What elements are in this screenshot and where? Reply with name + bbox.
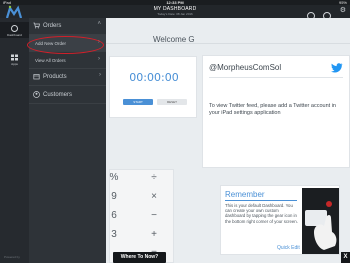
box-icon [33,74,40,80]
twitter-message: To view Twitter feed, please add a Twitt… [209,103,336,116]
app-logo-icon [6,5,22,19]
timer-widget: 00:00:00 START RESET [109,56,197,118]
page-date: Today's Date: 08 Jan 2016 [157,12,193,16]
timer-reset-button[interactable]: RESET [157,99,187,105]
remember-widget: Remember This is your default Dashboard.… [220,185,340,255]
calc-key-plus[interactable]: + [144,229,164,240]
timer-display: 00:00:00 [129,71,179,84]
rail-label-apps: Apps [11,62,18,66]
highlight-annotation [27,36,104,54]
calc-key-6[interactable]: 6 [104,210,124,221]
remember-body: This is your default Dashboard. You can … [225,203,298,224]
cart-icon [33,22,40,29]
chevron-up-icon: ˄ [97,21,101,27]
calc-key-9[interactable]: 9 [104,191,124,202]
remember-title: Remember [225,190,265,199]
calc-key-multiply[interactable]: × [144,191,164,202]
twitter-widget: @MorpheusComSol To view Twitter feed, pl… [202,55,350,168]
chevron-right-icon: › [99,72,101,78]
tap-hand-image [302,188,339,254]
calc-key-divide[interactable]: ÷ [144,172,164,183]
welcome-text: Welcome G [153,35,195,44]
menu-item-products[interactable]: Products › [29,69,106,86]
menu-label-products: Products [43,74,67,80]
rail-item-dashboard[interactable]: Dashboard [0,22,29,38]
menu-label-orders: Orders [43,23,62,29]
twitter-handle: @MorpheusComSol [209,63,282,72]
dashboard-content: Welcome G 00:00:00 START RESET % ÷ 9 × 6… [106,18,350,263]
welcome-bar: Welcome G [106,18,350,44]
settings-icon[interactable]: ⚙ [340,7,346,15]
person-icon [33,91,40,98]
side-drawer: Orders ˄ Add New Order › View All Orders… [29,18,106,263]
menu-label-customers: Customers [43,92,73,98]
where-to-now-button[interactable]: Where To Now? [113,252,166,263]
icon-rail: Dashboard Apps Powered by [0,18,29,263]
menu-item-view-all-orders[interactable]: View All Orders › [29,52,106,69]
rail-label-dashboard: Dashboard [7,33,22,37]
calc-key-3[interactable]: 3 [104,229,124,240]
close-button[interactable]: X [341,252,350,263]
menu-item-orders[interactable]: Orders ˄ [29,18,106,35]
chevron-right-icon: › [98,56,100,62]
twitter-bird-icon [331,63,343,73]
powered-by-label: Powered by [4,255,20,259]
calc-key-minus[interactable]: − [144,210,164,221]
dashboard-icon [11,25,18,32]
rail-item-apps[interactable]: Apps [0,51,29,67]
calculator-widget: % ÷ 9 × 6 − 3 + = [109,169,174,263]
twitter-divider [209,77,343,78]
apps-icon [11,54,18,61]
menu-item-customers[interactable]: Customers [29,87,106,104]
app-header: MY DASHBOARD Today's Date: 08 Jan 2016 ⚙ [0,5,350,20]
quick-edit-link[interactable]: Quick Edit [277,245,300,251]
calc-key-percent[interactable]: % [104,172,124,183]
menu-label-view-all-orders: View All Orders [35,58,66,63]
timer-start-button[interactable]: START [123,99,153,105]
remember-divider [225,200,297,201]
hand-tap-icon [302,188,339,254]
